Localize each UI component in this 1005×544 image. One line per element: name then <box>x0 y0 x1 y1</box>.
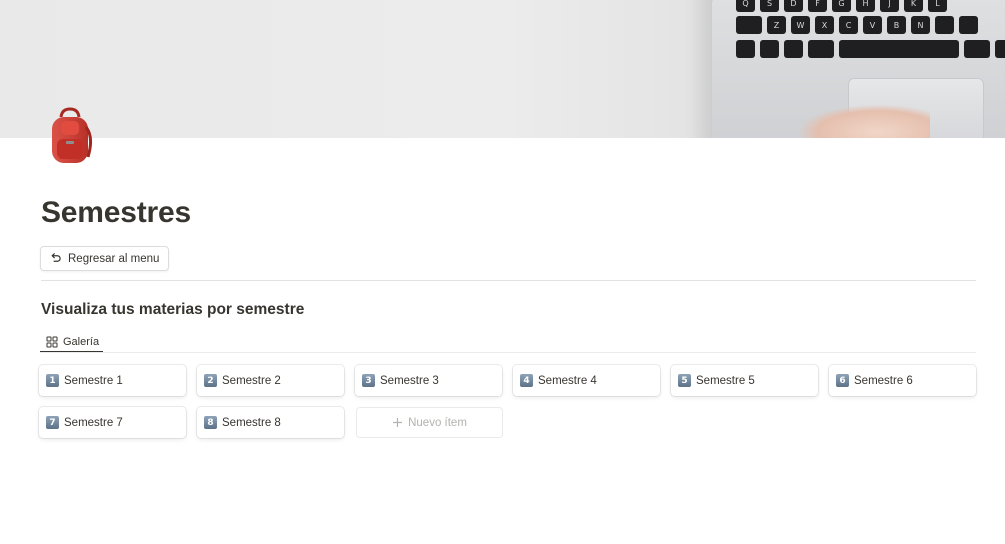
page-title[interactable]: Semestres <box>41 196 191 230</box>
number-5-icon: 5 <box>678 374 691 387</box>
key <box>959 16 978 34</box>
view-divider <box>40 352 976 353</box>
card-title: Semestre 1 <box>64 374 123 387</box>
section-heading: Visualiza tus materias por semestre <box>41 301 305 318</box>
number-2-icon: 2 <box>204 374 217 387</box>
key: V <box>863 16 882 34</box>
hand-image <box>800 105 930 138</box>
key <box>760 40 779 58</box>
keyboard-row: Q S D F G H J K L <box>736 0 947 12</box>
key <box>736 16 762 34</box>
key: N <box>911 16 930 34</box>
key: L <box>928 0 947 12</box>
new-item-label: Nuevo ítem <box>408 416 467 429</box>
number-8-icon: 8 <box>204 416 217 429</box>
card-title: Semestre 8 <box>222 416 281 429</box>
key: S <box>760 0 779 12</box>
key: H <box>856 0 875 12</box>
key: D <box>784 0 803 12</box>
key <box>935 16 954 34</box>
key: W <box>791 16 810 34</box>
gallery-grid-icon <box>46 336 58 347</box>
key: X <box>815 16 834 34</box>
key <box>736 40 755 58</box>
tab-gallery[interactable]: Galería <box>41 330 104 353</box>
card-title: Semestre 3 <box>380 374 439 387</box>
backpack-icon-graphic <box>52 107 93 163</box>
key <box>964 40 990 58</box>
undo-arrow-icon <box>51 252 61 262</box>
gallery-card-semestre-8[interactable]: 8 Semestre 8 <box>197 407 344 438</box>
number-6-icon: 6 <box>836 374 849 387</box>
key: G <box>832 0 851 12</box>
key: K <box>904 0 923 12</box>
card-title: Semestre 4 <box>538 374 597 387</box>
tab-gallery-label: Galería <box>63 335 100 348</box>
backpack-icon[interactable] <box>44 107 96 169</box>
key: C <box>839 16 858 34</box>
back-to-menu-button[interactable]: Regresar al menu <box>40 246 170 271</box>
gallery-card-semestre-7[interactable]: 7 Semestre 7 <box>39 407 186 438</box>
key <box>808 40 834 58</box>
page-cover-image[interactable]: Q S D F G H J K L Z W X C V B N <box>0 0 1005 138</box>
gallery-card-semestre-4[interactable]: 4 Semestre 4 <box>513 365 660 396</box>
key: Q <box>736 0 755 12</box>
key: F <box>808 0 827 12</box>
number-1-icon: 1 <box>46 374 59 387</box>
card-title: Semestre 2 <box>222 374 281 387</box>
gallery-card-semestre-1[interactable]: 1 Semestre 1 <box>39 365 186 396</box>
key <box>995 40 1005 58</box>
number-4-icon: 4 <box>520 374 533 387</box>
key: J <box>880 0 899 12</box>
key: Z <box>767 16 786 34</box>
keyboard-row: Z W X C V B N <box>736 16 978 34</box>
card-title: Semestre 5 <box>696 374 755 387</box>
spacebar-key <box>839 40 959 58</box>
divider <box>41 280 976 281</box>
number-3-icon: 3 <box>362 374 375 387</box>
key <box>784 40 803 58</box>
keyboard-row <box>736 40 1005 58</box>
back-button-label: Regresar al menu <box>68 252 160 265</box>
key: B <box>887 16 906 34</box>
gallery-card-semestre-2[interactable]: 2 Semestre 2 <box>197 365 344 396</box>
gallery-card-semestre-6[interactable]: 6 Semestre 6 <box>829 365 976 396</box>
new-item-button[interactable]: Nuevo ítem <box>356 407 503 438</box>
gallery-card-semestre-5[interactable]: 5 Semestre 5 <box>671 365 818 396</box>
number-7-icon: 7 <box>46 416 59 429</box>
card-title: Semestre 6 <box>854 374 913 387</box>
gallery-card-semestre-3[interactable]: 3 Semestre 3 <box>355 365 502 396</box>
card-title: Semestre 7 <box>64 416 123 429</box>
plus-icon <box>393 418 403 427</box>
